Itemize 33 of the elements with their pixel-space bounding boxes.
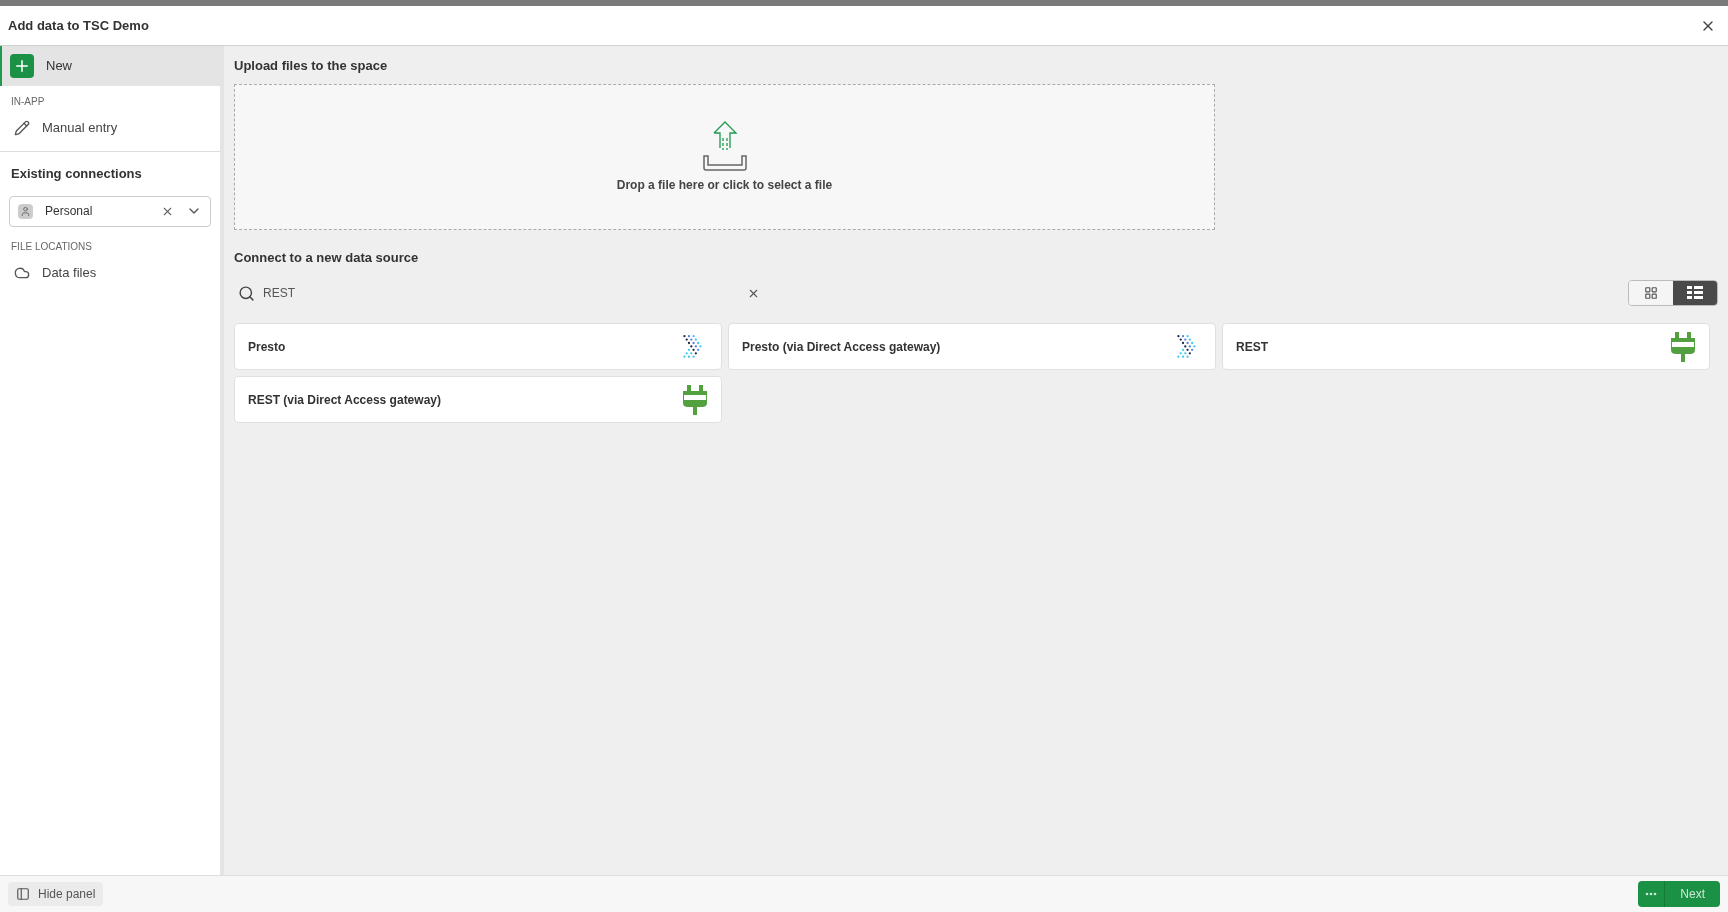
- section-heading: Existing connections: [10, 165, 143, 183]
- data-source-card[interactable]: REST: [1222, 323, 1710, 370]
- upload-icon: [700, 119, 749, 172]
- data-source-card[interactable]: Presto: [234, 323, 722, 370]
- search-value: REST: [263, 285, 296, 302]
- drop-zone[interactable]: Drop a file here or click to select a file: [234, 83, 1215, 230]
- select-value: Personal: [45, 203, 94, 220]
- panel-icon: [16, 887, 30, 901]
- user-icon: [18, 203, 33, 219]
- section-heading: Upload files to the space: [234, 57, 389, 75]
- data-source-card[interactable]: Presto (via Direct Access gateway): [728, 323, 1216, 370]
- list-icon: [1687, 286, 1703, 300]
- space-select[interactable]: Personal: [9, 195, 211, 227]
- plus-icon: [10, 54, 34, 78]
- grid-view-button[interactable]: [1629, 281, 1673, 305]
- drop-text: Drop a file here or click to select a file: [616, 176, 833, 194]
- section-heading: Connect to a new data source: [234, 248, 420, 267]
- section-heading: IN-APP: [10, 95, 46, 109]
- more-icon: [1645, 892, 1658, 896]
- window-title: Add data to TSC Demo: [8, 16, 149, 35]
- section-heading: FILE LOCATIONS: [10, 239, 93, 254]
- sidebar-item[interactable]: Manual entry: [0, 109, 220, 147]
- list-view-button[interactable]: [1673, 281, 1717, 305]
- sidebar-item[interactable]: Data files: [0, 253, 220, 292]
- search-icon: [238, 284, 255, 302]
- new-item[interactable]: New: [0, 46, 220, 86]
- plug-icon: [682, 384, 708, 415]
- hide-panel-button[interactable]: Hide panel: [8, 882, 104, 906]
- data-source-card[interactable]: REST (via Direct Access gateway): [234, 376, 722, 423]
- search-field[interactable]: REST: [234, 277, 764, 309]
- plug-icon: [1670, 331, 1696, 362]
- pencil-icon: [14, 120, 30, 136]
- grid-icon: [1644, 286, 1658, 300]
